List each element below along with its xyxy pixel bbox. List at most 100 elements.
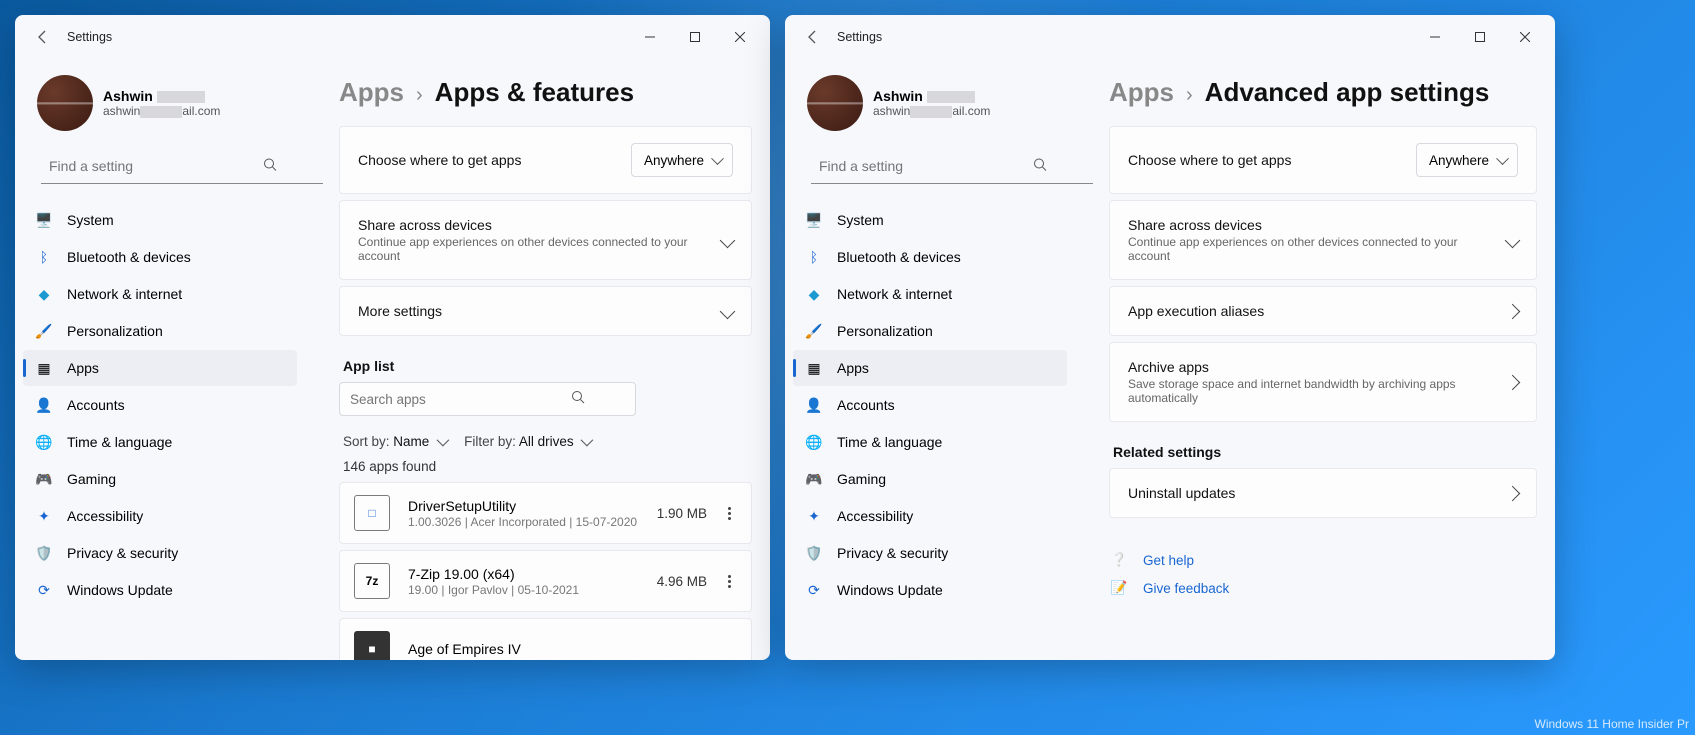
search-input[interactable] [41, 149, 323, 184]
nav-personalization[interactable]: 🖌️Personalization [23, 313, 297, 349]
filter-by-dropdown[interactable]: Filter by: All drives [464, 434, 590, 449]
app-row[interactable]: ■ Age of Empires IV [339, 618, 752, 660]
minimize-button[interactable] [1412, 22, 1457, 52]
nav-accessibility[interactable]: ✦Accessibility [23, 498, 297, 534]
back-button[interactable] [29, 23, 57, 51]
chevron-right-icon [1505, 303, 1521, 319]
gamepad-icon: 🎮 [35, 470, 53, 488]
nav-network[interactable]: ◆Network & internet [793, 276, 1067, 312]
nav-time[interactable]: 🌐Time & language [793, 424, 1067, 460]
nav-apps[interactable]: ▦Apps [793, 350, 1067, 386]
page-title: Advanced app settings [1205, 77, 1490, 108]
feedback-icon: 📝 [1109, 578, 1129, 598]
sublabel: Continue app experiences on other device… [1128, 235, 1495, 263]
where-dropdown[interactable]: Anywhere [1416, 143, 1518, 177]
nav-update[interactable]: ⟳Windows Update [23, 572, 297, 608]
close-button[interactable] [1502, 22, 1547, 52]
app-icon: 7z [354, 563, 390, 599]
where-dropdown[interactable]: Anywhere [631, 143, 733, 177]
nav-bluetooth[interactable]: ᛒBluetooth & devices [793, 239, 1067, 275]
search-settings[interactable] [41, 149, 285, 184]
user-block[interactable]: Ashwin ashwinail.com [793, 59, 1073, 149]
maximize-button[interactable] [672, 22, 717, 52]
label: Choose where to get apps [358, 152, 619, 168]
sidebar: Ashwin ashwinail.com 🖥️System ᛒBluetooth… [15, 59, 303, 660]
card-uninstall-updates[interactable]: Uninstall updates [1109, 468, 1537, 518]
link-get-help[interactable]: ❔ Get help [1109, 550, 1537, 570]
app-size: 1.90 MB [657, 506, 707, 521]
nav-system[interactable]: 🖥️System [23, 202, 297, 238]
back-button[interactable] [799, 23, 827, 51]
update-icon: ⟳ [35, 581, 53, 599]
search-input[interactable] [811, 149, 1093, 184]
breadcrumb-parent[interactable]: Apps [1109, 77, 1174, 108]
more-button[interactable] [721, 575, 737, 588]
nav-bluetooth[interactable]: ᛒBluetooth & devices [23, 239, 297, 275]
brush-icon: 🖌️ [35, 322, 53, 340]
nav-accessibility[interactable]: ✦Accessibility [793, 498, 1067, 534]
search-icon [571, 390, 585, 409]
globe-icon: 🌐 [35, 433, 53, 451]
card-more-settings[interactable]: More settings [339, 286, 752, 336]
card-archive-apps[interactable]: Archive apps Save storage space and inte… [1109, 342, 1537, 422]
nav-system[interactable]: 🖥️System [793, 202, 1067, 238]
sort-by-dropdown[interactable]: Sort by: Name [343, 434, 446, 449]
search-settings[interactable] [811, 149, 1055, 184]
link-give-feedback[interactable]: 📝 Give feedback [1109, 578, 1537, 598]
nav-accounts[interactable]: 👤Accounts [23, 387, 297, 423]
titlebar: Settings [785, 15, 1555, 59]
app-name: DriverSetupUtility [408, 498, 657, 514]
breadcrumb: Apps › Apps & features [339, 77, 752, 108]
nav-update[interactable]: ⟳Windows Update [793, 572, 1067, 608]
search-apps[interactable] [339, 382, 752, 416]
nav-privacy[interactable]: 🛡️Privacy & security [23, 535, 297, 571]
update-icon: ⟳ [805, 581, 823, 599]
user-email: ashwinail.com [873, 104, 990, 118]
card-share-devices[interactable]: Share across devices Continue app experi… [1109, 200, 1537, 280]
app-meta: 1.00.3026 | Acer Incorporated | 15-07-20… [408, 515, 657, 529]
nav-gaming[interactable]: 🎮Gaming [23, 461, 297, 497]
user-name: Ashwin [873, 88, 990, 104]
nav-list: 🖥️System ᛒBluetooth & devices ◆Network &… [793, 202, 1067, 609]
card-share-devices[interactable]: Share across devices Continue app experi… [339, 200, 752, 280]
card-app-aliases[interactable]: App execution aliases [1109, 286, 1537, 336]
accessibility-icon: ✦ [35, 507, 53, 525]
wifi-icon: ◆ [805, 285, 823, 303]
person-icon: 👤 [805, 396, 823, 414]
nav-gaming[interactable]: 🎮Gaming [793, 461, 1067, 497]
app-name: 7-Zip 19.00 (x64) [408, 566, 657, 582]
nav-network[interactable]: ◆Network & internet [23, 276, 297, 312]
avatar [37, 75, 93, 131]
maximize-button[interactable] [1457, 22, 1502, 52]
window-title: Settings [67, 30, 112, 44]
nav-apps[interactable]: ▦Apps [23, 350, 297, 386]
nav-list: 🖥️System ᛒBluetooth & devices ◆Network &… [23, 202, 297, 609]
section-app-list: App list [343, 358, 752, 374]
app-row[interactable]: □ DriverSetupUtility 1.00.3026 | Acer In… [339, 482, 752, 544]
window-title: Settings [837, 30, 882, 44]
page-title: Apps & features [435, 77, 634, 108]
search-icon [263, 157, 277, 176]
app-row[interactable]: 7z 7-Zip 19.00 (x64) 19.00 | Igor Pavlov… [339, 550, 752, 612]
nav-privacy[interactable]: 🛡️Privacy & security [793, 535, 1067, 571]
bluetooth-icon: ᛒ [805, 248, 823, 266]
section-related: Related settings [1113, 444, 1537, 460]
display-icon: 🖥️ [805, 211, 823, 229]
minimize-button[interactable] [627, 22, 672, 52]
nav-time[interactable]: 🌐Time & language [23, 424, 297, 460]
breadcrumb-parent[interactable]: Apps [339, 77, 404, 108]
close-button[interactable] [717, 22, 762, 52]
nav-accounts[interactable]: 👤Accounts [793, 387, 1067, 423]
wifi-icon: ◆ [35, 285, 53, 303]
search-apps-input[interactable] [339, 382, 636, 416]
chevron-down-icon [581, 434, 594, 447]
label: Archive apps [1128, 359, 1495, 375]
user-block[interactable]: Ashwin ashwinail.com [23, 59, 303, 149]
chevron-down-icon [720, 303, 736, 319]
accessibility-icon: ✦ [805, 507, 823, 525]
app-name: Age of Empires IV [408, 641, 737, 657]
more-button[interactable] [721, 507, 737, 520]
app-meta: 19.00 | Igor Pavlov | 05-10-2021 [408, 583, 657, 597]
nav-personalization[interactable]: 🖌️Personalization [793, 313, 1067, 349]
label: Uninstall updates [1128, 485, 1495, 501]
